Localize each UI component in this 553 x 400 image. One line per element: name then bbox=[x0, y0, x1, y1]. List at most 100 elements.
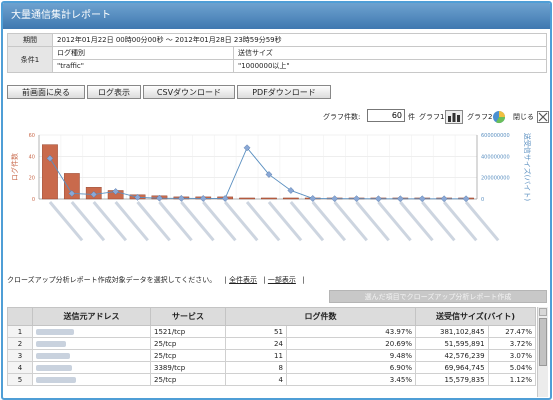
x-tick-label-redacted bbox=[267, 201, 303, 242]
send-size-value: "1000000以上" bbox=[233, 59, 547, 73]
table-row[interactable]: 4 3389/tcp 8 6.90% 69,964,745 5.04% bbox=[7, 361, 537, 374]
log-count-percent-cell: 20.69% bbox=[285, 337, 417, 350]
x-tick-label-redacted bbox=[180, 201, 215, 242]
y-tick-left: 40 bbox=[29, 154, 35, 160]
separator-3: | bbox=[302, 276, 305, 284]
x-tick-label-redacted bbox=[464, 201, 500, 242]
x-tick-label-redacted bbox=[136, 201, 171, 242]
chart-marker bbox=[375, 195, 382, 203]
report-window: 大量通信集計レポート 期間 2012年01月22日 00時00分00秒 〜 20… bbox=[1, 1, 552, 400]
transfer-size-percent-cell: 3.07% bbox=[487, 349, 537, 362]
redacted-address bbox=[36, 352, 70, 359]
graph1-label[interactable]: グラフ1 bbox=[419, 112, 444, 122]
service-cell: 25/tcp bbox=[150, 349, 226, 362]
log-count-cell: 11 bbox=[225, 349, 287, 362]
source-address-cell bbox=[32, 337, 151, 350]
graph2-label[interactable]: グラフ2 bbox=[467, 112, 492, 122]
header-source-address[interactable]: 送信元アドレス bbox=[32, 307, 151, 326]
chart-marker bbox=[309, 195, 317, 202]
x-tick-label-redacted bbox=[355, 201, 390, 242]
service-cell: 3389/tcp bbox=[150, 361, 226, 374]
table-row[interactable]: 2 25/tcp 24 20.69% 51,595,891 3.72% bbox=[7, 337, 537, 350]
close-graph-label[interactable]: 閉じる bbox=[513, 112, 534, 122]
results-table: 送信元アドレス サービス ログ件数 送受信サイズ(バイト) 1 1521/tcp 5… bbox=[7, 307, 537, 386]
y-axis-label-left: ログ件数 bbox=[10, 153, 19, 181]
scroll-up-arrow-icon[interactable] bbox=[539, 308, 547, 316]
back-button[interactable]: 前画面に戻る bbox=[7, 85, 85, 99]
transfer-size-percent-cell: 27.47% bbox=[487, 325, 537, 338]
chart-marker bbox=[287, 187, 295, 194]
y-tick-left: 0 bbox=[32, 197, 35, 203]
x-tick-label-redacted bbox=[224, 201, 259, 242]
x-tick-label-redacted bbox=[92, 201, 128, 242]
bar-chart-icon[interactable] bbox=[445, 110, 463, 124]
pdf-download-button[interactable]: PDFダウンロード bbox=[237, 85, 331, 99]
service-cell: 25/tcp bbox=[150, 373, 226, 386]
x-tick-label-redacted bbox=[333, 201, 368, 242]
log-display-button[interactable]: ログ表示 bbox=[87, 85, 141, 99]
row-index: 5 bbox=[7, 373, 33, 386]
y-tick-right: 400000000 bbox=[481, 154, 510, 160]
header-service[interactable]: サービス bbox=[150, 307, 226, 326]
y-tick-left: 20 bbox=[29, 176, 35, 182]
source-address-cell bbox=[32, 373, 151, 386]
log-count-cell: 24 bbox=[225, 337, 287, 350]
table-row[interactable]: 1 1521/tcp 51 43.97% 381,102,845 27.47% bbox=[7, 325, 537, 338]
table-scrollbar[interactable] bbox=[537, 307, 548, 397]
table-row[interactable]: 3 25/tcp 11 9.48% 42,576,239 3.07% bbox=[7, 349, 537, 362]
transfer-size-cell: 15,579,835 bbox=[415, 373, 489, 386]
log-count-percent-cell: 3.45% bbox=[285, 373, 417, 386]
row-index: 2 bbox=[7, 337, 33, 350]
select-instruction: クローズアップ分析レポート作成対象データを選択してください。 bbox=[7, 276, 217, 284]
source-address-cell bbox=[32, 349, 151, 362]
x-tick-label-redacted bbox=[48, 201, 84, 242]
window-title: 大量通信集計レポート bbox=[3, 3, 550, 29]
separator-2: | bbox=[263, 276, 266, 284]
y-axis-label-right: 送受信サイズ(バイト) bbox=[523, 133, 532, 202]
x-tick-label-redacted bbox=[114, 201, 149, 242]
graph-count-unit: 件 bbox=[408, 113, 415, 121]
chart-marker bbox=[418, 195, 426, 203]
x-tick-label-redacted bbox=[421, 201, 456, 242]
transfer-size-percent-cell: 5.04% bbox=[487, 361, 537, 374]
x-tick-label-redacted bbox=[289, 201, 325, 242]
x-tick-label-redacted bbox=[399, 201, 434, 242]
transfer-size-cell: 381,102,845 bbox=[415, 325, 489, 338]
header-transfer-size[interactable]: 送受信サイズ(バイト) bbox=[415, 307, 536, 326]
transfer-size-cell: 51,595,891 bbox=[415, 337, 489, 350]
separator-1: | bbox=[224, 276, 227, 284]
transfer-size-percent-cell: 1.12% bbox=[487, 373, 537, 386]
chart-bar bbox=[282, 197, 299, 200]
create-closeup-report-button[interactable]: 選んだ項目でクローズアップ分析レポート作成 bbox=[329, 290, 547, 303]
log-count-cell: 51 bbox=[225, 325, 287, 338]
chart-marker bbox=[331, 195, 339, 203]
row-index: 3 bbox=[7, 349, 33, 362]
csv-download-button[interactable]: CSVダウンロード bbox=[143, 85, 235, 99]
send-size-label: 送信サイズ bbox=[233, 46, 547, 60]
y-tick-right: 600000000 bbox=[481, 133, 510, 139]
show-all-link[interactable]: 全件表示 bbox=[229, 276, 257, 284]
period-label: 期間 bbox=[7, 33, 53, 47]
log-count-percent-cell: 6.90% bbox=[285, 361, 417, 374]
chart-bar bbox=[42, 144, 58, 200]
source-address-cell bbox=[32, 325, 151, 338]
x-tick-label-redacted bbox=[311, 201, 347, 242]
log-count-percent-cell: 43.97% bbox=[285, 325, 417, 338]
graph-count-input[interactable] bbox=[367, 109, 405, 122]
redacted-address bbox=[36, 328, 74, 335]
row-index: 4 bbox=[7, 361, 33, 374]
log-count-cell: 4 bbox=[225, 373, 287, 386]
header-log-count[interactable]: ログ件数 bbox=[225, 307, 416, 326]
chart-bar bbox=[261, 197, 277, 200]
close-icon[interactable] bbox=[537, 111, 549, 123]
chart-bar bbox=[239, 197, 255, 200]
pie-chart-icon[interactable] bbox=[492, 110, 506, 124]
service-cell: 1521/tcp bbox=[150, 325, 226, 338]
x-tick-label-redacted bbox=[202, 201, 237, 242]
scroll-thumb[interactable] bbox=[539, 318, 547, 366]
show-partial-link[interactable]: 一部表示 bbox=[268, 276, 296, 284]
transfer-size-percent-cell: 3.72% bbox=[487, 337, 537, 350]
row-index: 1 bbox=[7, 325, 33, 338]
table-row[interactable]: 5 25/tcp 4 3.45% 15,579,835 1.12% bbox=[7, 373, 537, 386]
chart-marker bbox=[177, 194, 185, 202]
